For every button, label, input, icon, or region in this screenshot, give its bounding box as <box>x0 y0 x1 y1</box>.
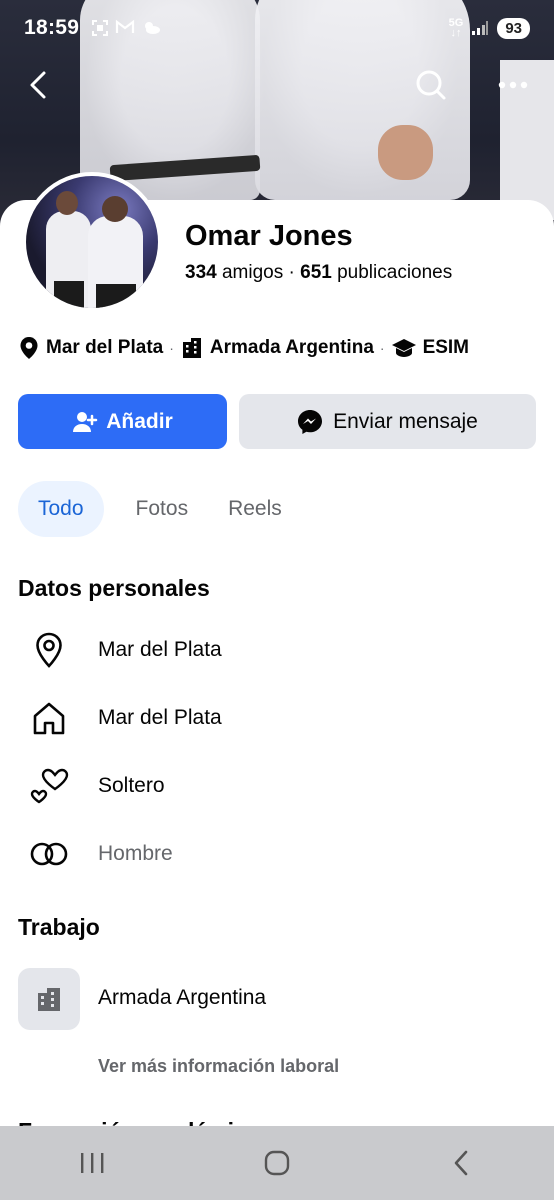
location-pin-icon <box>20 337 38 359</box>
system-navigation-bar <box>0 1126 554 1200</box>
graduation-cap-icon <box>391 339 416 357</box>
status-bar: 18:59 5G ↓↑ 93 <box>0 0 554 56</box>
info-education: ESIM <box>422 337 470 358</box>
info-separator: · <box>169 340 174 356</box>
add-friend-button[interactable]: Añadir <box>18 394 227 449</box>
detail-text: Hombre <box>98 842 173 865</box>
status-time: 18:59 <box>24 16 80 39</box>
messenger-icon <box>298 409 323 434</box>
detail-row-relationship[interactable]: Soltero <box>0 756 554 816</box>
rings-icon <box>28 833 70 875</box>
personal-details-title: Datos personales <box>18 575 210 601</box>
signal-bars-icon <box>472 21 489 35</box>
network-5g-icon: 5G ↓↑ <box>448 17 464 39</box>
info-work: Armada Argentina <box>209 337 374 358</box>
home-icon <box>28 697 70 739</box>
profile-tabs: Todo Fotos Reels <box>18 481 302 537</box>
cover-hand <box>378 125 433 180</box>
recent-apps-button[interactable] <box>62 1138 122 1188</box>
detail-text: Soltero <box>98 774 165 797</box>
hearts-icon <box>28 765 70 807</box>
send-message-label: Enviar mensaje <box>333 409 478 433</box>
profile-stats: 334 amigos · 651 publicaciones <box>185 262 452 284</box>
gmail-icon <box>116 19 135 33</box>
search-icon <box>416 70 446 100</box>
add-person-icon <box>73 411 98 432</box>
send-message-button[interactable]: Enviar mensaje <box>239 394 536 449</box>
info-location: Mar del Plata <box>46 337 164 358</box>
profile-avatar[interactable] <box>22 172 162 312</box>
friends-count[interactable]: 334 <box>185 262 217 283</box>
location-pin-icon <box>28 629 70 671</box>
detail-text: Mar del Plata <box>98 706 222 729</box>
status-right-icons: 5G ↓↑ 93 <box>448 17 530 39</box>
profile-info-row: Mar del Plata · Armada Argentina · ESIM <box>18 336 548 360</box>
detail-row-hometown[interactable]: Mar del Plata <box>0 688 554 748</box>
search-button[interactable] <box>412 66 450 104</box>
detail-row-gender[interactable]: Hombre <box>0 824 554 884</box>
info-separator: · <box>379 340 385 356</box>
friends-label[interactable]: amigos <box>222 262 283 283</box>
detail-row-current-city[interactable]: Mar del Plata <box>0 620 554 680</box>
chevron-left-icon <box>30 71 46 99</box>
tab-todo[interactable]: Todo <box>18 481 104 537</box>
back-button[interactable] <box>22 65 58 105</box>
see-more-work-link[interactable]: Ver más información laboral <box>98 1056 339 1077</box>
posts-count: 651 <box>300 262 332 283</box>
add-friend-label: Añadir <box>106 409 173 433</box>
system-back-button[interactable] <box>432 1138 492 1188</box>
recent-apps-icon <box>81 1153 104 1173</box>
stats-separator: · <box>288 262 295 283</box>
more-options-button[interactable] <box>494 66 534 104</box>
more-dots-icon <box>498 81 528 89</box>
employer-building-icon[interactable] <box>18 968 80 1030</box>
screenshot-icon <box>92 20 109 36</box>
chevron-left-icon <box>454 1150 467 1176</box>
top-navigation <box>0 60 554 110</box>
work-title: Trabajo <box>18 914 100 940</box>
home-button[interactable] <box>247 1138 307 1188</box>
weather-icon <box>145 22 161 34</box>
battery-indicator: 93 <box>497 17 530 39</box>
home-circle-icon <box>264 1150 290 1176</box>
detail-text: Mar del Plata <box>98 638 222 661</box>
status-notification-icons <box>91 19 161 37</box>
posts-label: publicaciones <box>337 262 453 283</box>
profile-name: Omar Jones <box>185 220 353 252</box>
employer-name[interactable]: Armada Argentina <box>98 986 266 1010</box>
building-icon <box>182 338 201 358</box>
tab-reels[interactable]: Reels <box>208 481 302 537</box>
tab-fotos[interactable]: Fotos <box>116 481 209 537</box>
